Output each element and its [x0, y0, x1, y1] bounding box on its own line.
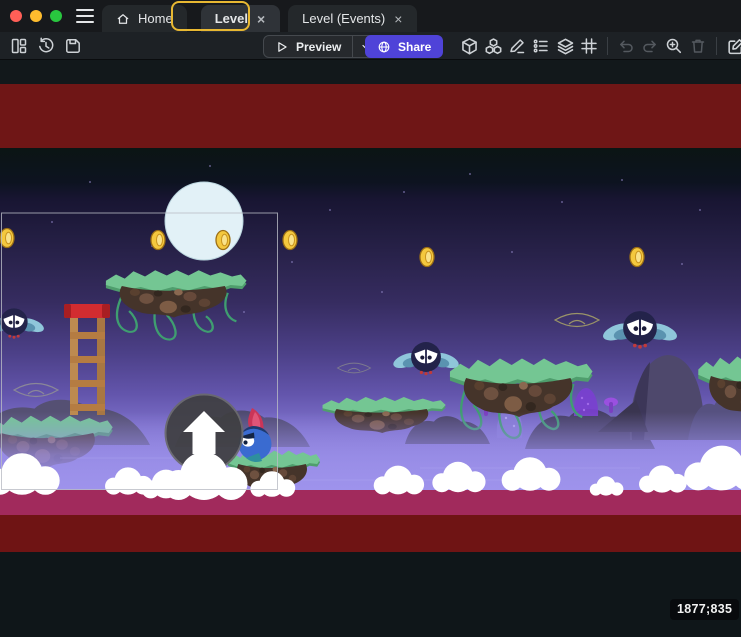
history-icon[interactable]: [35, 35, 57, 57]
share-label: Share: [398, 40, 431, 54]
close-window-button[interactable]: [10, 10, 22, 22]
red-band-bottom: [0, 515, 741, 552]
object-groups-icon[interactable]: [482, 35, 504, 57]
preview-button-group: Preview: [263, 35, 379, 58]
tab-level[interactable]: Level ×: [201, 5, 280, 32]
coin[interactable]: [630, 248, 644, 267]
tab-bar: Home Level × Level (Events) ×: [102, 0, 417, 32]
red-band-top: [0, 84, 741, 148]
instances-list-icon[interactable]: [530, 35, 552, 57]
coin[interactable]: [420, 248, 434, 267]
edit-icon[interactable]: [506, 35, 528, 57]
objects-panel-icon[interactable]: [458, 35, 480, 57]
edit-scene-properties-icon[interactable]: [724, 35, 741, 57]
main-menu-icon[interactable]: [76, 9, 94, 23]
maximize-window-button[interactable]: [50, 10, 62, 22]
close-tab-icon[interactable]: ×: [256, 12, 266, 26]
preview-label: Preview: [296, 40, 341, 54]
save-icon[interactable]: [62, 35, 84, 57]
share-button[interactable]: Share: [365, 35, 443, 58]
cursor-coordinates-badge: 1877;835: [670, 599, 739, 620]
moon[interactable]: [165, 182, 243, 260]
coin[interactable]: [216, 231, 230, 250]
app-window: Home Level × Level (Events) ×: [0, 0, 741, 637]
tab-label: Home: [138, 11, 173, 26]
coin[interactable]: [283, 231, 297, 250]
redo-icon[interactable]: [639, 35, 661, 57]
canvas-margin-bottom: [0, 552, 741, 637]
play-icon: [275, 40, 289, 54]
coin[interactable]: [151, 231, 165, 250]
editor-toolbar: Preview Share: [0, 32, 741, 60]
scene-canvas[interactable]: [0, 60, 741, 637]
coin[interactable]: [0, 229, 14, 248]
layers-icon[interactable]: [554, 35, 576, 57]
zoom-in-icon[interactable]: [663, 35, 685, 57]
undo-icon[interactable]: [615, 35, 637, 57]
tab-level-events[interactable]: Level (Events) ×: [288, 5, 417, 32]
grid-icon[interactable]: [578, 35, 600, 57]
tab-label: Level: [215, 11, 248, 26]
globe-icon: [377, 40, 391, 54]
home-icon: [116, 12, 130, 26]
window-controls: [10, 10, 62, 22]
canvas-margin-top: [0, 60, 741, 84]
preview-button[interactable]: Preview: [264, 36, 352, 57]
tab-label: Level (Events): [302, 11, 385, 26]
close-tab-icon[interactable]: ×: [393, 12, 403, 26]
project-manager-icon[interactable]: [8, 35, 30, 57]
minimize-window-button[interactable]: [30, 10, 42, 22]
tab-home[interactable]: Home: [102, 5, 187, 32]
delete-icon[interactable]: [687, 35, 709, 57]
title-bar: Home Level × Level (Events) ×: [0, 0, 741, 32]
